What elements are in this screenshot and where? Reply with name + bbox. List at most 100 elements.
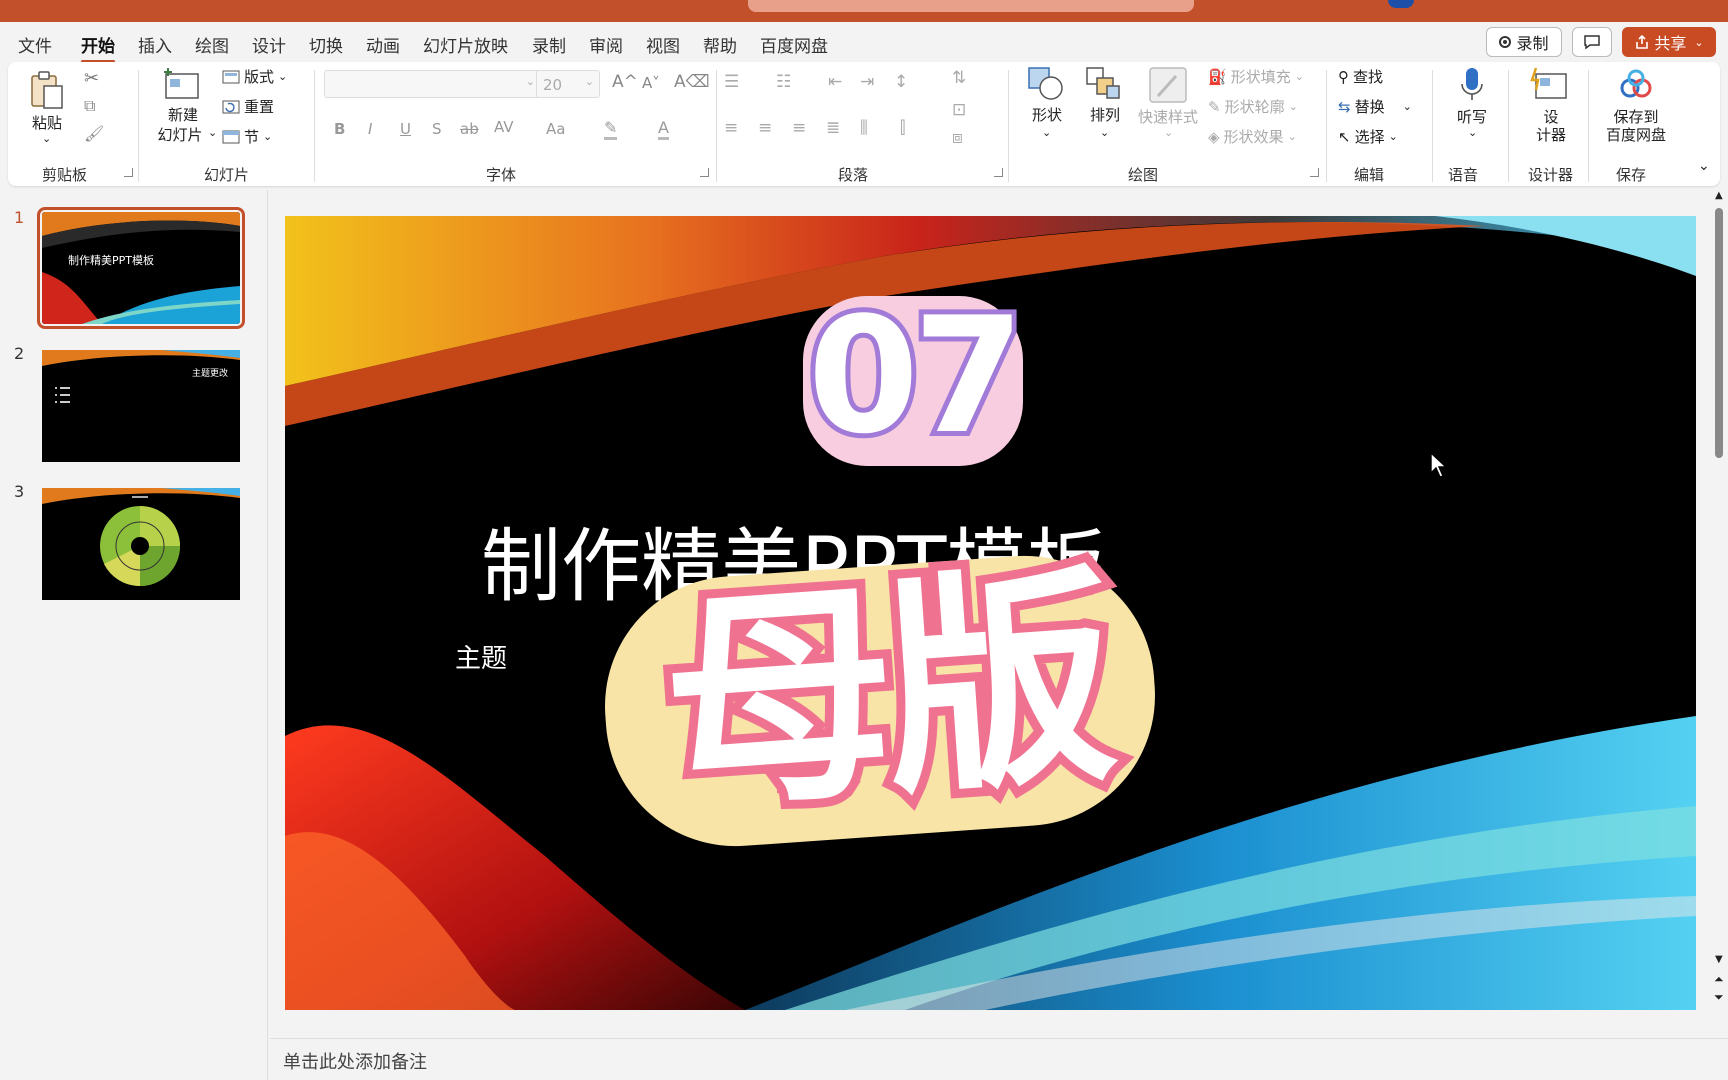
search-box[interactable] bbox=[748, 0, 1194, 12]
increase-indent-icon[interactable]: ⇥ bbox=[860, 72, 874, 92]
decrease-indent-icon[interactable]: ⇤ bbox=[828, 72, 842, 92]
shape-outline-button[interactable]: ✎ 形状轮廓 ⌄ bbox=[1208, 96, 1298, 117]
dictate-label: 听写 bbox=[1456, 108, 1487, 126]
cut-icon[interactable]: ✂ bbox=[84, 68, 99, 89]
layout-button[interactable]: 版式 ⌄ bbox=[222, 66, 287, 87]
new-slide-icon bbox=[164, 68, 199, 99]
distributed-icon[interactable]: ⫼ bbox=[860, 118, 868, 138]
align-right-icon[interactable]: ≡ bbox=[792, 118, 806, 138]
dictate-button[interactable]: 听写 ⌄ bbox=[1444, 66, 1500, 150]
vertical-scrollbar[interactable]: ▲ ▼ ⏶ ⏷ bbox=[1712, 190, 1728, 1020]
clipboard-launcher[interactable] bbox=[124, 168, 133, 177]
underline-button[interactable]: U bbox=[400, 120, 411, 138]
designer-button[interactable]: 设 计器 bbox=[1518, 66, 1584, 150]
thumbnail-title: 制作精美PPT模板 bbox=[68, 254, 154, 267]
align-text-icon[interactable]: ⊡ bbox=[952, 100, 966, 120]
copy-icon[interactable]: ⧉ bbox=[84, 96, 95, 116]
align-center-icon[interactable]: ≡ bbox=[758, 118, 772, 138]
shape-fill-button[interactable]: ⛽ 形状填充 ⌄ bbox=[1208, 66, 1304, 87]
paragraph-group-label: 段落 bbox=[838, 166, 869, 184]
strikethrough-button[interactable]: ab bbox=[460, 120, 479, 138]
tab-home[interactable]: 开始 bbox=[81, 32, 115, 63]
tab-view[interactable]: 视图 bbox=[646, 32, 680, 57]
paste-button[interactable]: 粘贴 ⌄ bbox=[26, 68, 66, 148]
record-button[interactable]: 录制 bbox=[1486, 27, 1562, 57]
scroll-up-icon[interactable]: ▲ bbox=[1715, 190, 1723, 201]
quick-styles-button[interactable]: 快速样式 ⌄ bbox=[1136, 66, 1200, 146]
shadow-button[interactable]: S bbox=[432, 120, 442, 138]
font-color-button[interactable]: A bbox=[658, 118, 669, 140]
replace-button[interactable]: ⇆ 替换 ⌄ bbox=[1338, 96, 1412, 117]
change-case-button[interactable]: Aa bbox=[546, 120, 565, 138]
bullets-icon[interactable]: ☰ bbox=[724, 72, 739, 92]
new-slide-button[interactable]: 新建 幻灯片 ⌄ bbox=[148, 66, 218, 152]
numbering-icon[interactable]: ☷ bbox=[776, 72, 791, 92]
font-size-box[interactable]: 20 ⌄ bbox=[536, 70, 600, 98]
text-direction-icon[interactable]: ⇅ bbox=[952, 68, 966, 88]
tab-design[interactable]: 设计 bbox=[252, 32, 286, 57]
bold-button[interactable]: B bbox=[334, 120, 345, 138]
drawing-launcher[interactable] bbox=[1310, 168, 1319, 177]
shapes-button[interactable]: 形状 ⌄ bbox=[1022, 66, 1072, 146]
font-name-box[interactable]: ⌄ bbox=[324, 70, 542, 98]
slide-thumbnails-panel: 1 制作精美PPT模板 2 主题更改 3 bbox=[0, 190, 268, 1080]
select-button[interactable]: ↖ 选择 ⌄ bbox=[1338, 126, 1398, 147]
designer-label: 设 bbox=[1543, 108, 1559, 126]
tab-baidu-netdisk[interactable]: 百度网盘 bbox=[760, 32, 828, 57]
baidu-netdisk-label: 百度网盘 bbox=[1605, 126, 1666, 144]
notes-pane[interactable]: 单击此处添加备注 bbox=[270, 1038, 1728, 1080]
find-button[interactable]: ⚲ 查找 bbox=[1338, 66, 1383, 87]
share-button[interactable]: 共享 ⌄ bbox=[1622, 27, 1716, 57]
tab-file[interactable]: 文件 bbox=[18, 32, 52, 57]
slide-thumbnail-2[interactable]: 主题更改 bbox=[42, 350, 240, 462]
avatar[interactable] bbox=[1388, 0, 1414, 8]
tab-draw[interactable]: 绘图 bbox=[195, 32, 229, 57]
clipboard-group-label: 剪贴板 bbox=[42, 166, 88, 184]
font-size-value: 20 bbox=[543, 76, 563, 94]
font-launcher[interactable] bbox=[700, 168, 709, 177]
thumbnail-title: 主题更改 bbox=[191, 369, 228, 379]
italic-button[interactable]: I bbox=[368, 120, 372, 138]
scrollbar-thumb[interactable] bbox=[1715, 208, 1723, 458]
tab-help[interactable]: 帮助 bbox=[703, 32, 737, 57]
chevron-down-icon: ⌄ bbox=[1694, 35, 1704, 49]
layout-icon bbox=[222, 70, 240, 83]
chevron-down-icon: ⌄ bbox=[525, 75, 535, 88]
arrange-label: 排列 bbox=[1089, 106, 1120, 124]
scroll-down-icon[interactable]: ▼ bbox=[1715, 954, 1723, 965]
section-button[interactable]: 节 ⌄ bbox=[222, 126, 272, 147]
format-painter-icon[interactable]: 🖌 bbox=[84, 124, 104, 143]
save-to-baidu-button[interactable]: 保存到 百度网盘 bbox=[1592, 66, 1680, 150]
chevron-down-icon: ⌄ bbox=[208, 126, 218, 139]
justify-icon[interactable]: ≣ bbox=[826, 118, 840, 138]
slide-canvas[interactable]: 07 制作精美PPT模板 主题 母版 bbox=[285, 216, 1696, 1010]
tab-record[interactable]: 录制 bbox=[532, 32, 566, 57]
align-left-icon[interactable]: ≡ bbox=[724, 118, 738, 138]
slide-thumbnail-1[interactable]: 制作精美PPT模板 bbox=[37, 207, 245, 329]
clear-format-icon[interactable]: A⌫ bbox=[674, 72, 710, 92]
smartart-icon[interactable]: ⧈ bbox=[952, 128, 963, 148]
previous-slide-icon[interactable]: ⏶ bbox=[1714, 972, 1724, 987]
line-spacing-icon[interactable]: ↕ bbox=[894, 72, 908, 92]
reset-button[interactable]: 重置 bbox=[222, 96, 274, 117]
designer-group-label: 设计器 bbox=[1528, 166, 1574, 184]
slide-thumbnail-3[interactable] bbox=[42, 488, 240, 600]
columns-icon[interactable]: ⫿ bbox=[900, 118, 905, 138]
thumbnail-number: 1 bbox=[14, 208, 25, 227]
comments-button[interactable] bbox=[1572, 27, 1612, 57]
shape-effects-button[interactable]: ◈ 形状效果 ⌄ bbox=[1208, 126, 1297, 147]
tab-animations[interactable]: 动画 bbox=[366, 32, 400, 57]
arrange-button[interactable]: 排列 ⌄ bbox=[1080, 66, 1130, 146]
collapse-ribbon-icon[interactable]: ⌄ bbox=[1698, 158, 1710, 174]
slide-subtitle[interactable]: 主题 bbox=[455, 638, 507, 675]
paragraph-launcher[interactable] bbox=[994, 168, 1003, 177]
shrink-font-icon[interactable]: A˅ bbox=[642, 74, 660, 92]
tab-slideshow[interactable]: 幻灯片放映 bbox=[423, 32, 508, 57]
character-spacing-button[interactable]: AV bbox=[494, 118, 514, 136]
tab-review[interactable]: 审阅 bbox=[589, 32, 623, 57]
tab-transitions[interactable]: 切换 bbox=[309, 32, 343, 57]
highlight-icon[interactable]: ✎ bbox=[604, 118, 618, 140]
tab-insert[interactable]: 插入 bbox=[138, 32, 172, 57]
next-slide-icon[interactable]: ⏷ bbox=[1714, 990, 1724, 1005]
grow-font-icon[interactable]: A^ bbox=[612, 72, 638, 92]
